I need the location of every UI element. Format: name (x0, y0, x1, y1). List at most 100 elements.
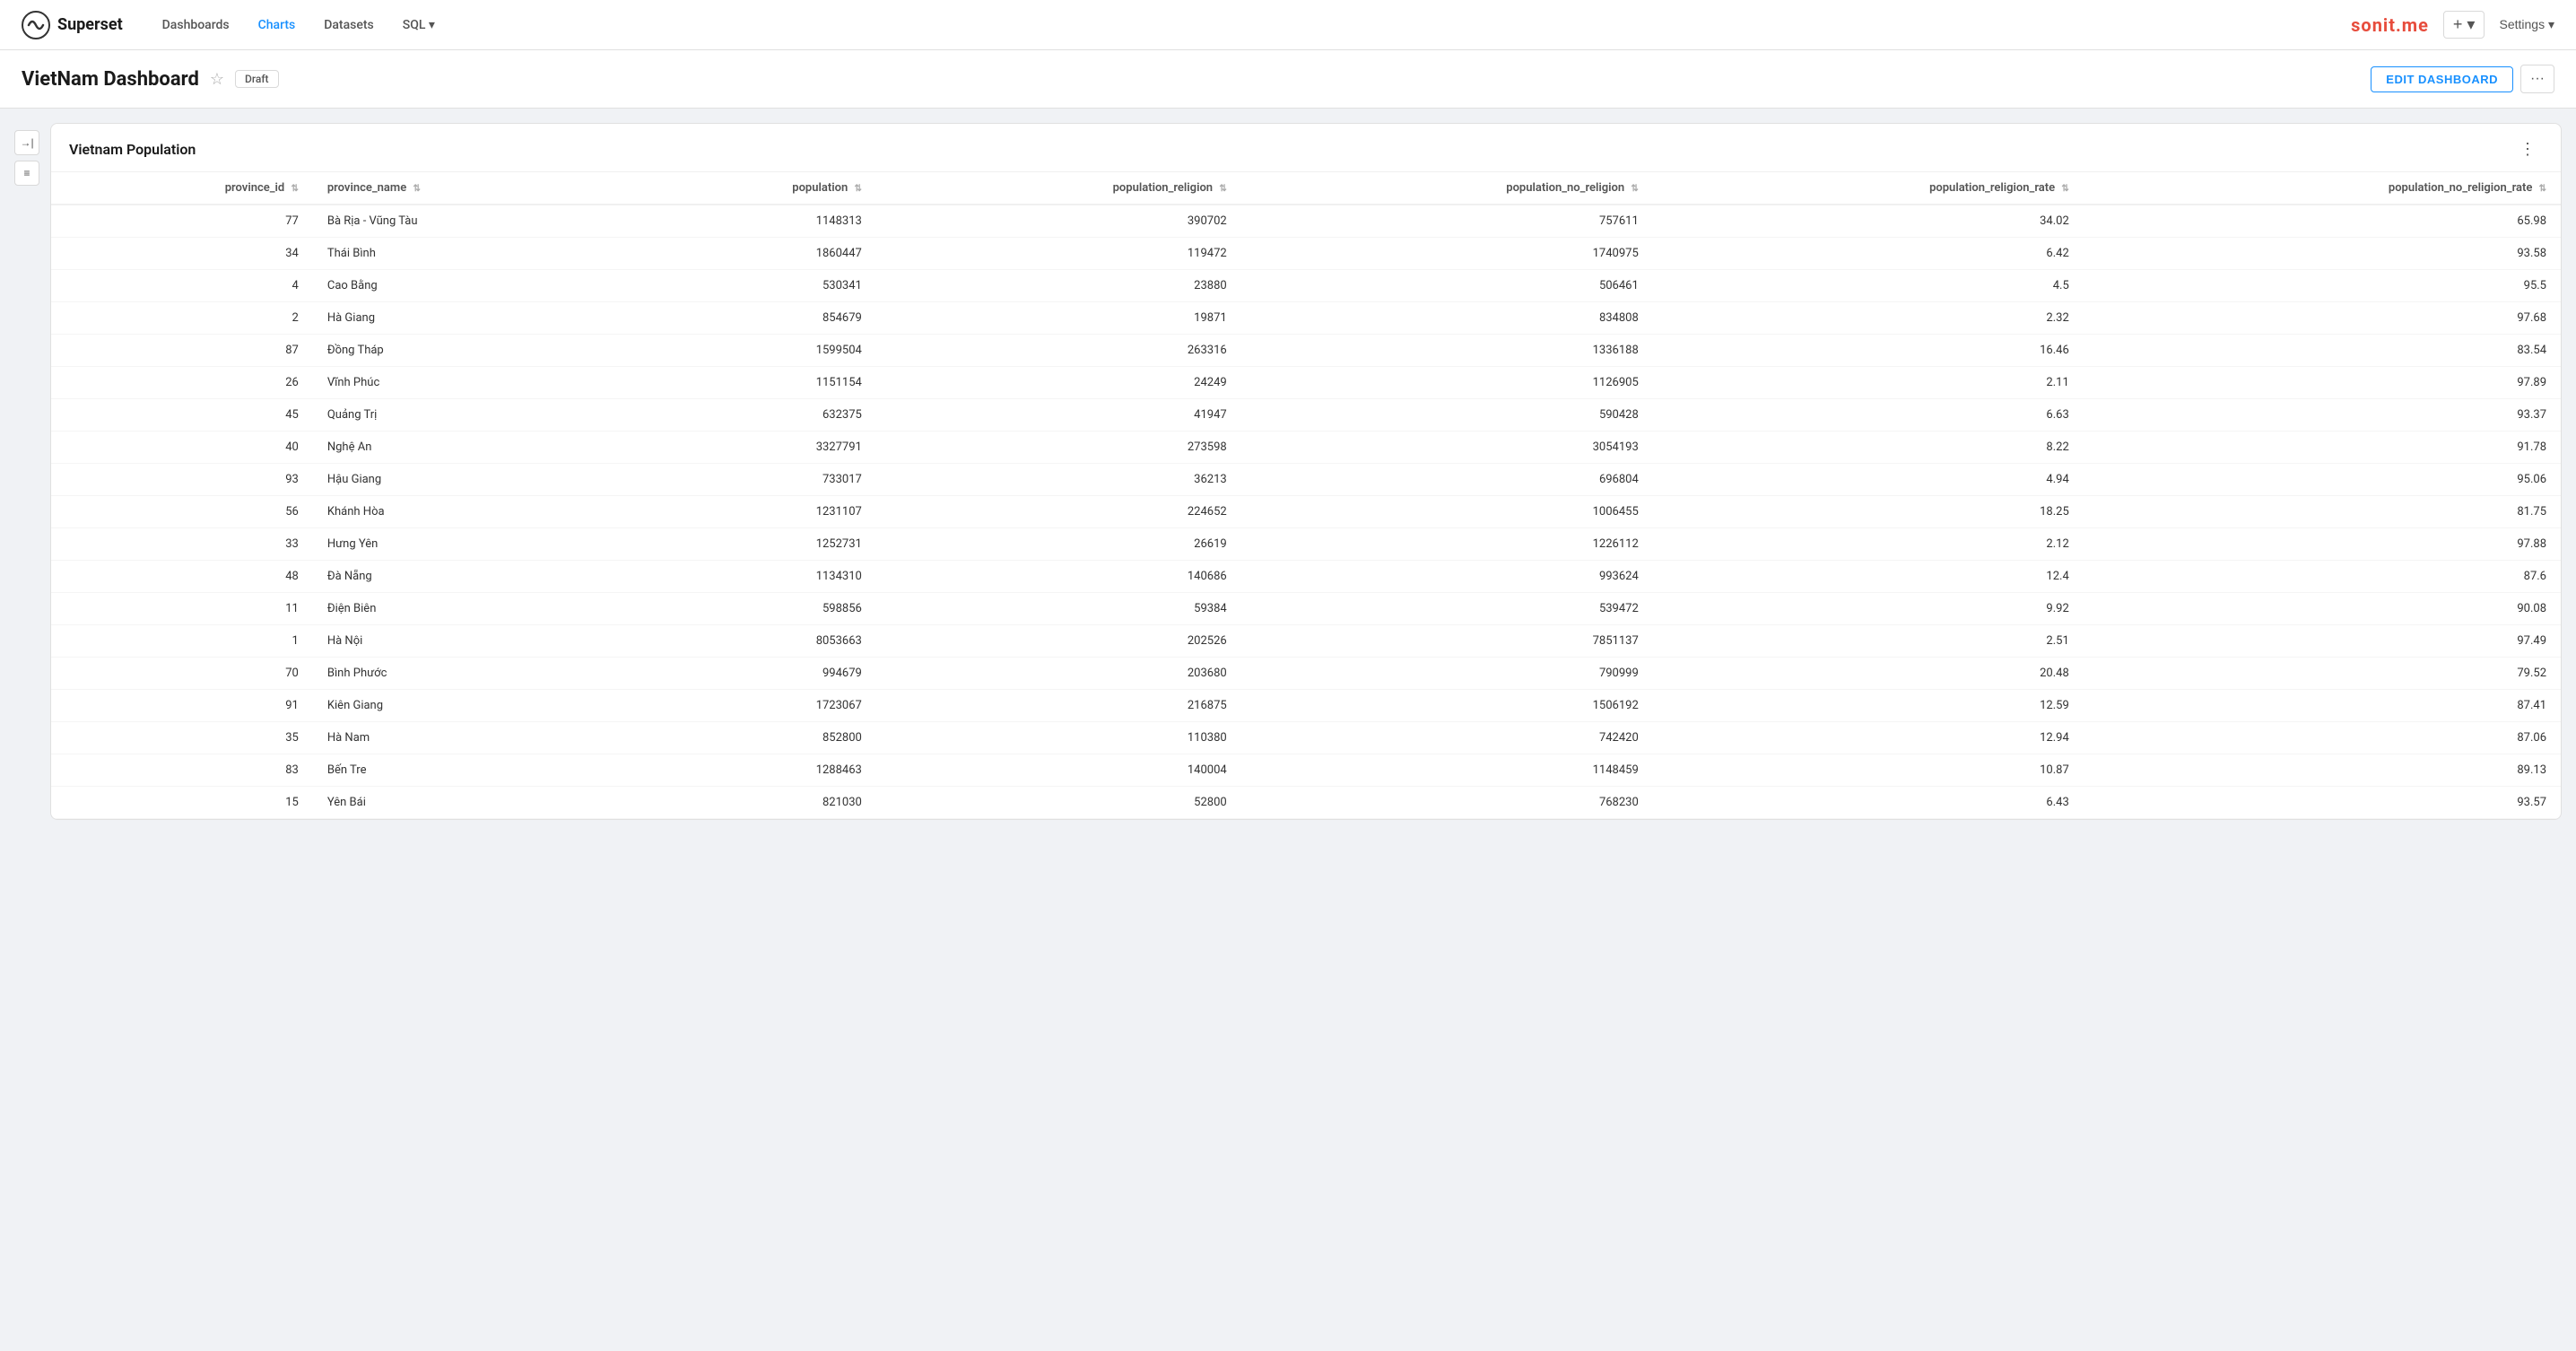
cell-population_no_religion: 7851137 (1241, 625, 1653, 658)
cell-province_name: Kiên Giang (313, 690, 625, 722)
cell-province_id: 15 (51, 787, 313, 819)
cell-province_id: 70 (51, 658, 313, 690)
table-row: 56Khánh Hòa1231107224652100645518.2581.7… (51, 496, 2561, 528)
navbar: Superset Dashboards Charts Datasets SQL … (0, 0, 2576, 50)
table-row: 48Đà Nẵng113431014068699362412.487.6 (51, 561, 2561, 593)
cell-population_no_religion: 1740975 (1241, 238, 1653, 270)
favorite-star-button[interactable]: ☆ (210, 70, 224, 89)
col-pop-religion-rate-label: population_religion_rate (1929, 181, 2055, 195)
nav-links: Dashboards Charts Datasets SQL ▾ (152, 11, 446, 39)
nav-sql[interactable]: SQL ▾ (392, 11, 446, 39)
cell-population_no_religion_rate: 87.41 (2084, 690, 2561, 722)
cell-population_religion_rate: 20.48 (1653, 658, 2084, 690)
col-population-religion-rate[interactable]: population_religion_rate ⇅ (1653, 172, 2084, 205)
cell-population_no_religion: 790999 (1241, 658, 1653, 690)
col-population-religion[interactable]: population_religion ⇅ (876, 172, 1241, 205)
cell-province_id: 77 (51, 205, 313, 238)
col-province-name[interactable]: province_name ⇅ (313, 172, 625, 205)
cell-population: 598856 (625, 593, 876, 625)
cell-population: 852800 (625, 722, 876, 754)
cell-population_religion_rate: 4.94 (1653, 464, 2084, 496)
dashboard-more-button[interactable]: ··· (2520, 65, 2554, 93)
sort-icon-pop-no-religion-rate: ⇅ (2539, 184, 2546, 194)
cell-population_religion: 203680 (876, 658, 1241, 690)
cell-population_no_religion_rate: 79.52 (2084, 658, 2561, 690)
cell-province_id: 1 (51, 625, 313, 658)
cell-population_religion: 23880 (876, 270, 1241, 302)
table-row: 70Bình Phước99467920368079099920.4879.52 (51, 658, 2561, 690)
cell-population: 1288463 (625, 754, 876, 787)
cell-population_no_religion: 993624 (1241, 561, 1653, 593)
brand-logo[interactable]: Superset (22, 11, 123, 39)
cell-province_name: Cao Bằng (313, 270, 625, 302)
cell-population_no_religion: 768230 (1241, 787, 1653, 819)
cell-population_religion_rate: 8.22 (1653, 431, 2084, 464)
table-row: 93Hậu Giang733017362136968044.9495.06 (51, 464, 2561, 496)
cell-population_no_religion: 590428 (1241, 399, 1653, 431)
cell-province_id: 35 (51, 722, 313, 754)
cell-province_id: 40 (51, 431, 313, 464)
cell-province_name: Thái Bình (313, 238, 625, 270)
cell-population_no_religion: 3054193 (1241, 431, 1653, 464)
edit-dashboard-button[interactable]: EDIT DASHBOARD (2371, 66, 2513, 92)
cell-population_religion: 263316 (876, 335, 1241, 367)
cell-population_no_religion: 742420 (1241, 722, 1653, 754)
cell-population_religion: 140686 (876, 561, 1241, 593)
cell-province_id: 93 (51, 464, 313, 496)
chart-more-button[interactable]: ⋮ (2512, 138, 2543, 161)
expand-sidebar-button[interactable]: →| (14, 130, 39, 155)
cell-province_name: Khánh Hòa (313, 496, 625, 528)
col-population[interactable]: population ⇅ (625, 172, 876, 205)
table-wrapper: province_id ⇅ province_name ⇅ population… (51, 172, 2561, 819)
cell-population_no_religion_rate: 90.08 (2084, 593, 2561, 625)
col-population-no-religion[interactable]: population_no_religion ⇅ (1241, 172, 1653, 205)
col-population-no-religion-rate[interactable]: population_no_religion_rate ⇅ (2084, 172, 2561, 205)
cell-population: 3327791 (625, 431, 876, 464)
sort-icon-province-name: ⇅ (413, 184, 420, 194)
cell-population_religion: 59384 (876, 593, 1241, 625)
table-header: province_id ⇅ province_name ⇅ population… (51, 172, 2561, 205)
settings-button[interactable]: Settings ▾ (2499, 17, 2554, 32)
cell-population: 1148313 (625, 205, 876, 238)
cell-population_religion_rate: 2.51 (1653, 625, 2084, 658)
cell-population_religion_rate: 9.92 (1653, 593, 2084, 625)
cell-province_name: Bình Phước (313, 658, 625, 690)
table-row: 2Hà Giang854679198718348082.3297.68 (51, 302, 2561, 335)
cell-population_religion: 273598 (876, 431, 1241, 464)
cell-population_religion: 224652 (876, 496, 1241, 528)
cell-population_no_religion_rate: 91.78 (2084, 431, 2561, 464)
table-row: 87Đồng Tháp1599504263316133618816.4683.5… (51, 335, 2561, 367)
cell-province_id: 83 (51, 754, 313, 787)
cell-population_no_religion: 539472 (1241, 593, 1653, 625)
cell-province_name: Nghệ An (313, 431, 625, 464)
cell-population_no_religion_rate: 97.49 (2084, 625, 2561, 658)
cell-population: 1231107 (625, 496, 876, 528)
cell-population_no_religion_rate: 87.6 (2084, 561, 2561, 593)
sort-icon-province-id: ⇅ (291, 184, 298, 194)
cell-population_religion_rate: 6.43 (1653, 787, 2084, 819)
cell-province_name: Điện Biên (313, 593, 625, 625)
filter-button[interactable]: ≡ (14, 161, 39, 186)
cell-province_name: Hà Giang (313, 302, 625, 335)
col-pop-no-religion-rate-label: population_no_religion_rate (2389, 181, 2532, 195)
add-button[interactable]: + ▾ (2443, 11, 2485, 39)
col-province-id[interactable]: province_id ⇅ (51, 172, 313, 205)
nav-datasets[interactable]: Datasets (313, 11, 384, 39)
cell-population: 1134310 (625, 561, 876, 593)
table-row: 33Hưng Yên12527312661912261122.1297.88 (51, 528, 2561, 561)
cell-province_id: 33 (51, 528, 313, 561)
cell-population_religion: 41947 (876, 399, 1241, 431)
nav-dashboards[interactable]: Dashboards (152, 11, 240, 39)
cell-province_name: Đà Nẵng (313, 561, 625, 593)
cell-population_religion: 26619 (876, 528, 1241, 561)
cell-population_religion: 390702 (876, 205, 1241, 238)
cell-province_name: Đồng Tháp (313, 335, 625, 367)
sort-icon-pop-religion: ⇅ (1219, 184, 1226, 194)
cell-province_id: 56 (51, 496, 313, 528)
chart-card: Vietnam Population ⋮ province_id ⇅ provi… (50, 123, 2562, 820)
cell-province_id: 11 (51, 593, 313, 625)
cell-population: 1252731 (625, 528, 876, 561)
cell-population_religion_rate: 12.4 (1653, 561, 2084, 593)
table-row: 40Nghệ An332779127359830541938.2291.78 (51, 431, 2561, 464)
nav-charts[interactable]: Charts (248, 11, 307, 39)
